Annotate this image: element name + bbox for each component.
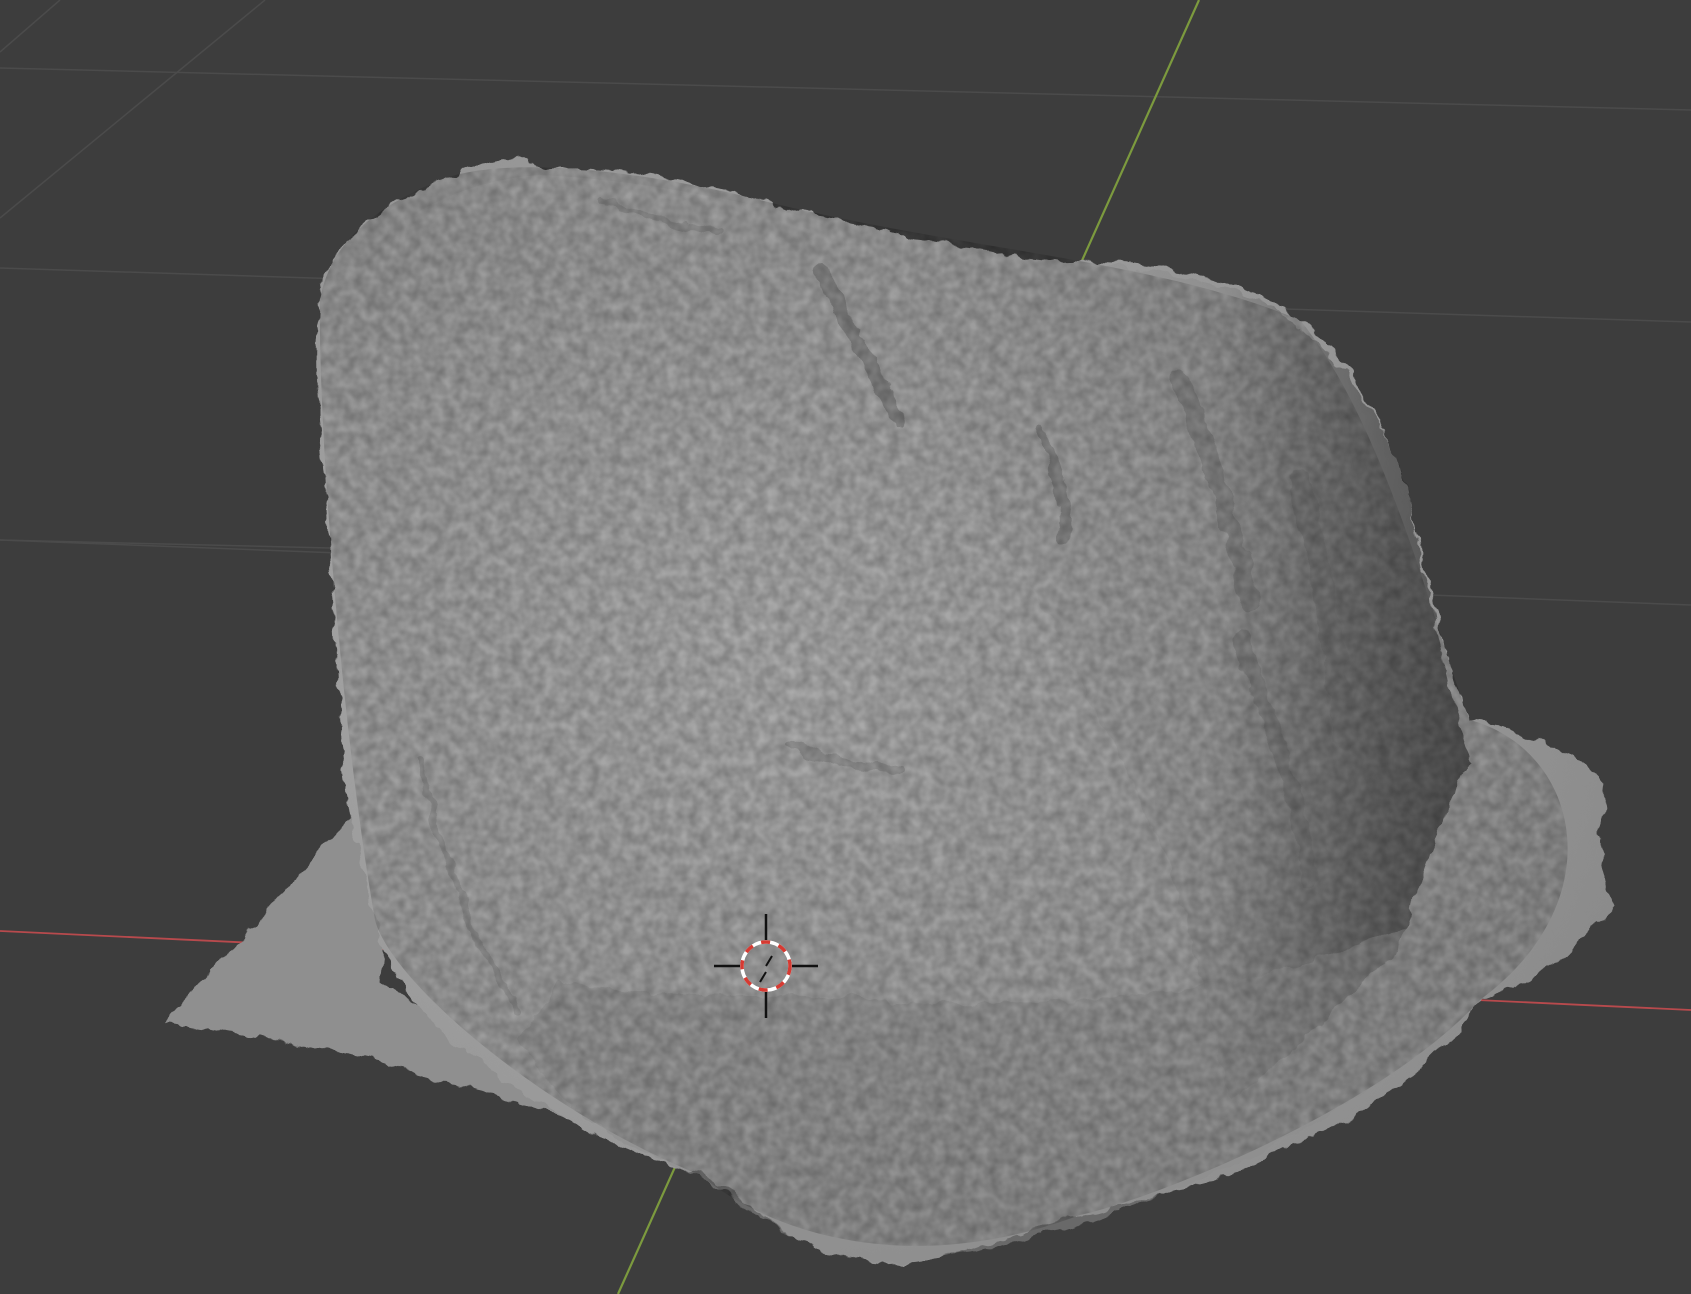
mesh-object-rock[interactable] xyxy=(165,159,1616,1264)
3d-viewport[interactable] xyxy=(0,0,1691,1294)
viewport-canvas[interactable] xyxy=(0,0,1691,1294)
